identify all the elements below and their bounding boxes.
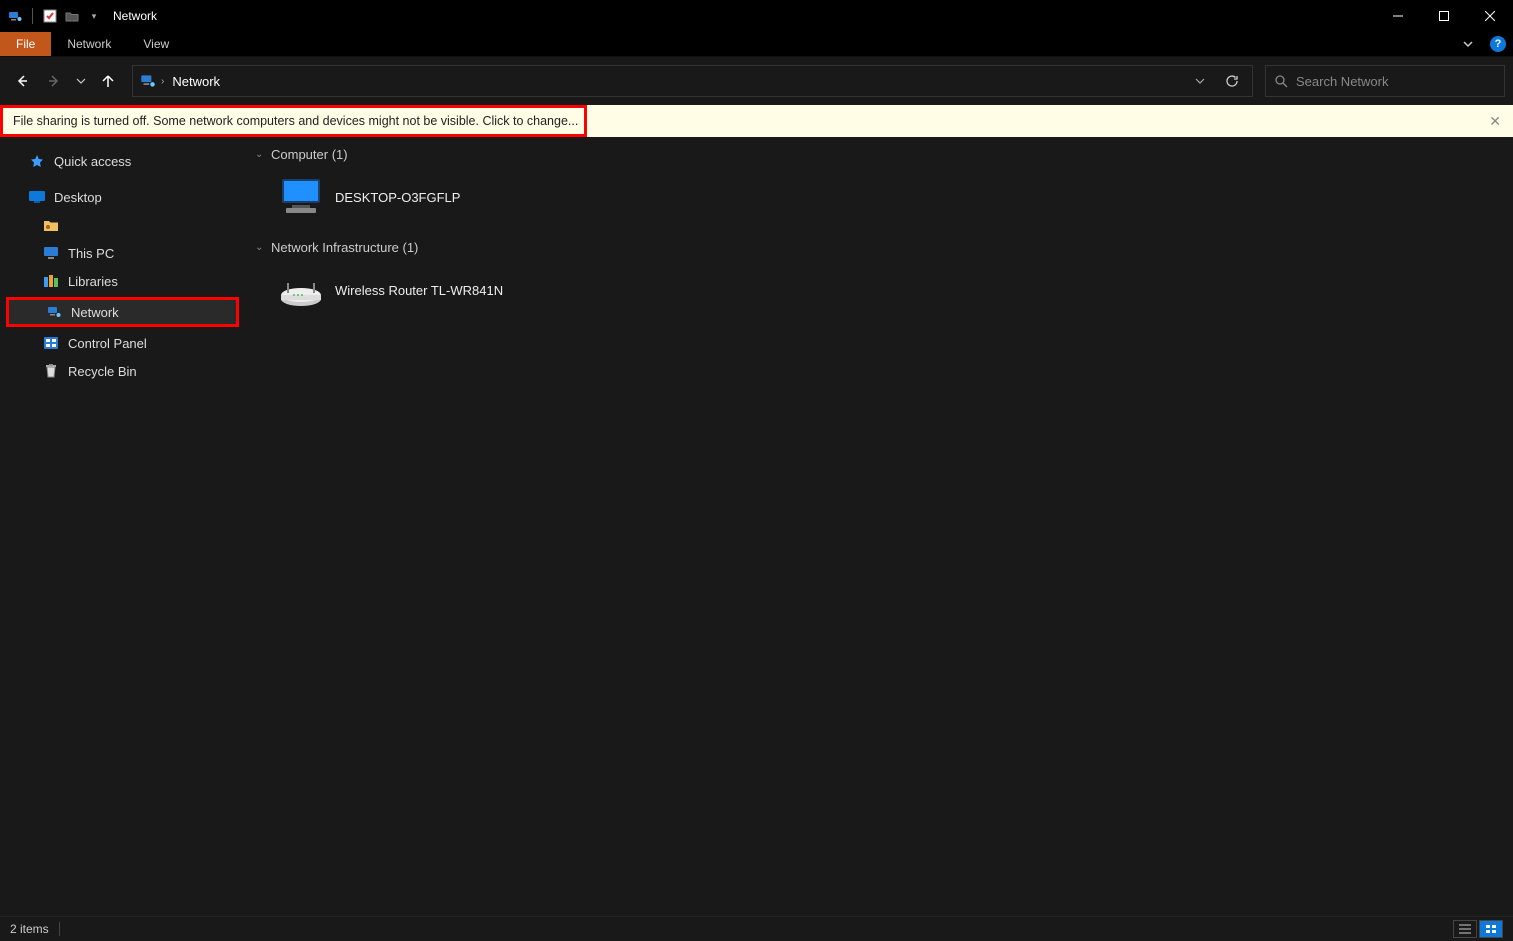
- info-bar[interactable]: File sharing is turned off. Some network…: [0, 105, 1513, 137]
- address-history-button[interactable]: [1184, 66, 1216, 96]
- chevron-down-icon: ⌄: [255, 242, 269, 253]
- sidebar-label: Recycle Bin: [68, 364, 137, 379]
- item-label: DESKTOP-O3FGFLP: [335, 190, 460, 205]
- sidebar-item-user[interactable]: [0, 211, 245, 239]
- recent-locations-button[interactable]: [72, 67, 90, 95]
- refresh-button[interactable]: [1216, 66, 1248, 96]
- forward-button[interactable]: [40, 67, 68, 95]
- libraries-icon: [42, 272, 60, 290]
- group-label: Computer (1): [271, 147, 348, 162]
- search-box[interactable]: [1265, 65, 1505, 97]
- main-area: Quick access Desktop This PC Libraries N…: [0, 137, 1513, 916]
- status-bar: 2 items: [0, 916, 1513, 941]
- group-label: Network Infrastructure (1): [271, 240, 418, 255]
- qat-dropdown-icon[interactable]: ▾: [85, 7, 103, 25]
- window-controls: [1375, 0, 1513, 32]
- search-icon: [1274, 74, 1288, 88]
- sidebar-label: Libraries: [68, 274, 118, 289]
- sidebar-item-quick-access[interactable]: Quick access: [0, 147, 245, 175]
- sidebar-item-recycle-bin[interactable]: Recycle Bin: [0, 357, 245, 385]
- user-folder-icon: [42, 216, 60, 234]
- chevron-down-icon: ⌄: [255, 149, 269, 160]
- tab-view[interactable]: View: [127, 32, 185, 56]
- group-header-computer[interactable]: ⌄ Computer (1): [251, 143, 1513, 166]
- sidebar-item-desktop[interactable]: Desktop: [0, 183, 245, 211]
- control-panel-icon: [42, 334, 60, 352]
- desktop-icon: [28, 188, 46, 206]
- content-pane: ⌄ Computer (1) DESKTOP-O3FGFLP ⌄ Network…: [245, 137, 1513, 916]
- view-toggles: [1453, 920, 1503, 938]
- recycle-bin-icon: [42, 362, 60, 380]
- item-label: Wireless Router TL-WR841N: [335, 283, 503, 298]
- help-button[interactable]: ?: [1483, 32, 1513, 56]
- view-large-icons-button[interactable]: [1479, 920, 1503, 938]
- router-icon: [277, 269, 325, 311]
- tab-file[interactable]: File: [0, 32, 51, 56]
- up-button[interactable]: [94, 67, 122, 95]
- info-bar-close-button[interactable]: ✕: [1489, 113, 1501, 130]
- help-icon: ?: [1490, 36, 1506, 52]
- sidebar-label: Quick access: [54, 154, 131, 169]
- sidebar-label: This PC: [68, 246, 114, 261]
- star-icon: [28, 152, 46, 170]
- sidebar-label: Control Panel: [68, 336, 147, 351]
- titlebar: ▾ Network: [0, 0, 1513, 32]
- breadcrumb-network[interactable]: Network: [166, 74, 226, 89]
- window-title: Network: [113, 9, 157, 23]
- status-item-count: 2 items: [10, 922, 49, 936]
- group-header-infrastructure[interactable]: ⌄ Network Infrastructure (1): [251, 236, 1513, 259]
- network-router-item[interactable]: Wireless Router TL-WR841N: [273, 265, 533, 315]
- close-button[interactable]: [1467, 0, 1513, 32]
- sidebar-item-control-panel[interactable]: Control Panel: [0, 329, 245, 357]
- back-button[interactable]: [8, 67, 36, 95]
- status-divider: [59, 922, 60, 936]
- sidebar-item-this-pc[interactable]: This PC: [0, 239, 245, 267]
- network-icon: [45, 303, 63, 321]
- sidebar-item-network[interactable]: Network: [6, 297, 239, 327]
- info-bar-highlight: File sharing is turned off. Some network…: [0, 105, 587, 137]
- ribbon-tabs: File Network View ?: [0, 32, 1513, 57]
- navigation-pane: Quick access Desktop This PC Libraries N…: [0, 137, 245, 916]
- address-bar[interactable]: › Network: [132, 65, 1253, 97]
- sidebar-label: Desktop: [54, 190, 102, 205]
- minimize-button[interactable]: [1375, 0, 1421, 32]
- quick-access-toolbar: ▾: [6, 7, 103, 25]
- location-network-icon: [137, 70, 159, 92]
- this-pc-icon: [42, 244, 60, 262]
- properties-icon[interactable]: [41, 7, 59, 25]
- navigation-toolbar: › Network: [0, 57, 1513, 105]
- info-bar-message: File sharing is turned off. Some network…: [13, 114, 578, 128]
- new-folder-icon[interactable]: [63, 7, 81, 25]
- sidebar-item-libraries[interactable]: Libraries: [0, 267, 245, 295]
- search-input[interactable]: [1296, 74, 1496, 89]
- ribbon-collapse-button[interactable]: [1453, 32, 1483, 56]
- view-details-button[interactable]: [1453, 920, 1477, 938]
- maximize-button[interactable]: [1421, 0, 1467, 32]
- sidebar-label: Network: [71, 305, 119, 320]
- tab-network[interactable]: Network: [51, 32, 127, 56]
- computer-icon: [277, 176, 325, 218]
- qat-separator: [32, 8, 33, 24]
- network-computer-item[interactable]: DESKTOP-O3FGFLP: [273, 172, 533, 222]
- network-app-icon: [6, 7, 24, 25]
- breadcrumb-separator-icon[interactable]: ›: [159, 76, 166, 87]
